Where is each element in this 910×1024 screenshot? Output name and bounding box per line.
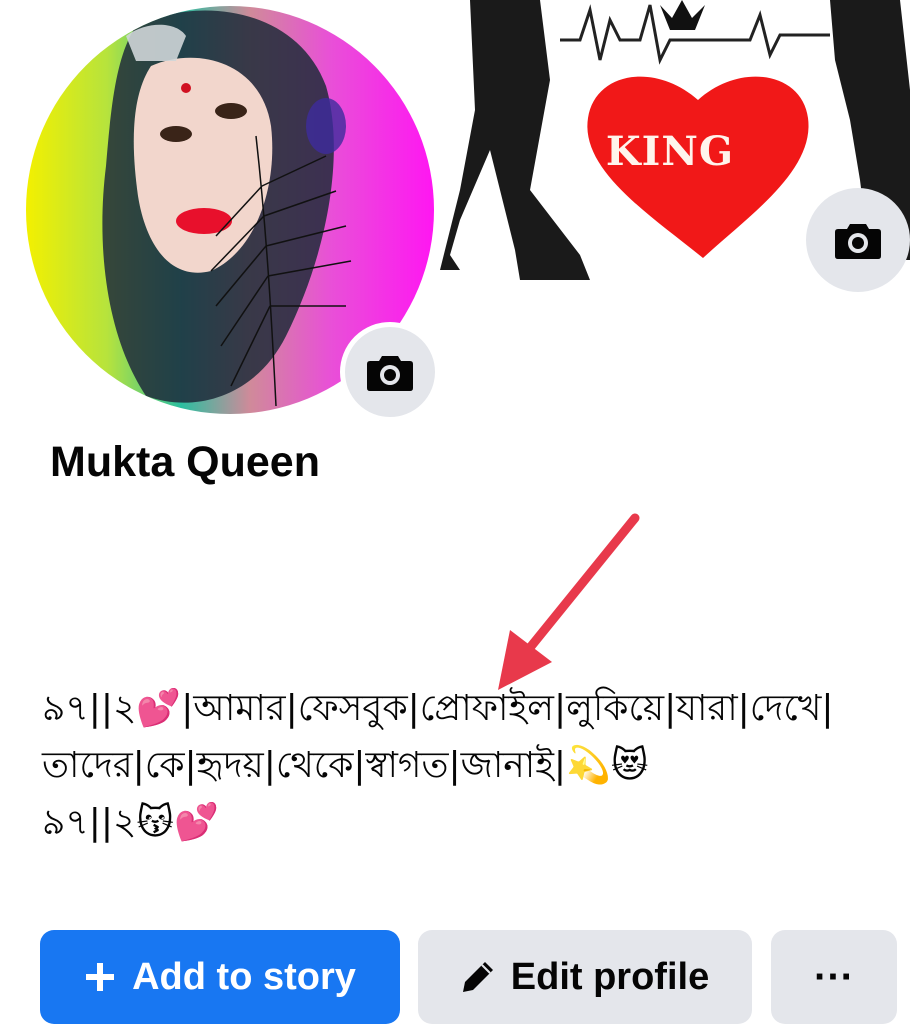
annotation-arrow-icon [498,513,640,690]
cover-badge-text: KING [605,128,735,175]
add-to-story-button[interactable]: Add to story [40,930,400,1024]
plus-icon [84,961,116,993]
edit-profile-label: Edit profile [510,955,710,998]
cover-camera-button[interactable] [806,188,910,292]
add-to-story-label: Add to story [132,955,356,998]
more-dots-icon: ··· [814,954,854,999]
more-options-button[interactable]: ··· [771,930,897,1024]
camera-icon [835,224,881,259]
pencil-icon [461,960,495,994]
profile-name: Mukta Queen [50,438,320,486]
edit-profile-button[interactable]: Edit profile [418,930,752,1024]
profile-bio: ৯৭||২💕|আমার|ফেসবুক|প্রোফাইল|লুকিয়ে|যারা… [42,688,834,843]
camera-icon [367,356,413,391]
avatar-camera-button[interactable] [340,322,440,422]
